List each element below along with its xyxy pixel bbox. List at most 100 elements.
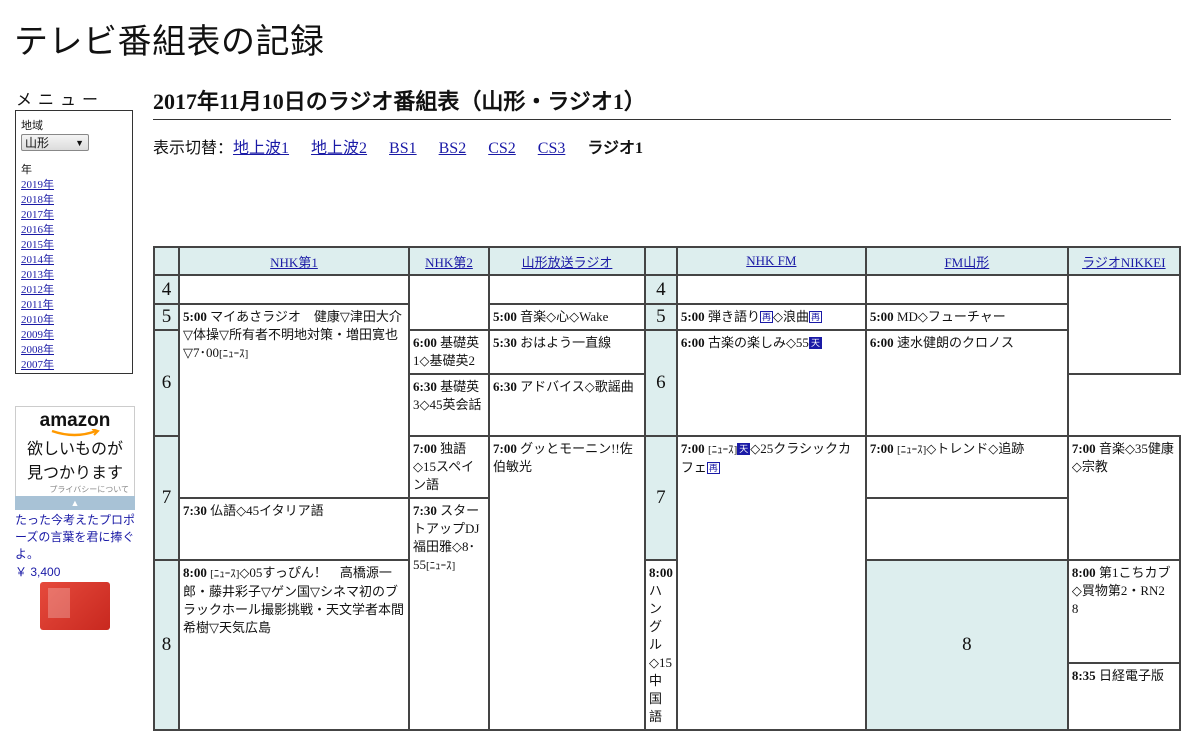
hour-cell: 7 — [153, 435, 180, 561]
program-cell[interactable]: 7:30 スタートアップDJ福田雅◇8･55[ﾆｭｰｽ] — [408, 497, 490, 731]
year-label: 年 — [21, 164, 32, 176]
program-title: マイあさラジオ 健康▽津田大介▽体操▽所有者不明地対策・増田寛也▽7･00 — [183, 309, 402, 360]
program-time: 7:00 — [493, 441, 517, 456]
switch-label: 表示切替： — [153, 140, 234, 157]
program-time: 7:00 — [413, 441, 437, 456]
channel-header: NHK第1 — [178, 246, 410, 276]
program-time: 5:00 — [183, 309, 207, 324]
view-switcher: 表示切替：地上波1 地上波2 BS1 BS2 CS2 CS3 ラジオ1 — [153, 134, 643, 158]
program-cell[interactable]: 6:30 アドバイス◇歌謡曲 — [488, 373, 646, 437]
year-link[interactable]: 2010年 — [21, 314, 54, 326]
program-cell[interactable]: 5:00 MD◇フューチャー — [864, 303, 1069, 331]
program-time: 5:30 — [493, 335, 517, 350]
site-title: テレビ番組表の記録 — [14, 23, 325, 61]
program-empty — [488, 274, 646, 305]
program-title: 日経電子版 — [1098, 668, 1164, 684]
program-cell[interactable]: 6:00 古楽の楽しみ◇55 天 — [675, 329, 867, 437]
program-cell[interactable]: 5:00 マイあさラジオ 健康▽津田大介▽体操▽所有者不明地対策・増田寛也▽7･… — [178, 303, 410, 499]
year-link[interactable]: 2019年 — [21, 179, 54, 191]
year-link[interactable]: 2018年 — [21, 194, 54, 206]
hour-cell: 5 — [153, 303, 180, 331]
program-cell[interactable]: 7:00 [ﾆｭｰｽ] 天 ◇25クラシックカフェ再 — [675, 435, 867, 731]
hour-cell: 5 — [644, 303, 678, 331]
program-cell[interactable]: 7:00 音楽◇35健康◇宗教 — [1066, 435, 1181, 561]
program-time: 6:00 — [413, 335, 437, 350]
program-cell[interactable]: 7:00 独語◇15スペイン語 — [408, 435, 490, 499]
page-heading: 2017年11月10日のラジオ番組表（山形・ラジオ1） — [153, 84, 1171, 120]
chevron-down-icon: ▼ — [75, 138, 84, 148]
year-link[interactable]: 2015年 — [21, 239, 54, 251]
program-empty — [864, 274, 1069, 305]
program-title: 速水健朗のクロノス — [896, 335, 1014, 350]
channel-link-fmy[interactable]: FM山形 — [944, 255, 989, 270]
switch-link-terrestrial1[interactable]: 地上波1 — [233, 140, 289, 157]
year-link[interactable]: 2017年 — [21, 209, 54, 221]
region-select-value: 山形 — [25, 136, 50, 150]
ad-privacy[interactable]: プライバシーについて — [49, 483, 129, 497]
program-cell[interactable]: 8:00 ハングル◇15中国語 — [644, 559, 678, 731]
channel-link-nhk1[interactable]: NHK第1 — [270, 255, 318, 270]
switch-link-terrestrial2[interactable]: 地上波2 — [311, 140, 367, 157]
ad-text-line1: 欲しいものが — [26, 441, 123, 458]
program-title: ◇トレンド◇追跡 — [926, 441, 1025, 456]
switch-link-cs2[interactable]: CS2 — [488, 140, 516, 157]
program-title-cont: ◇浪曲 — [772, 309, 809, 324]
program-cell[interactable]: 6:00 基礎英1◇基礎英2 — [408, 329, 490, 375]
ad-strip: プライバシーについて ▲ — [15, 485, 135, 510]
weather-badge: 天 — [737, 443, 751, 455]
program-news-tag: [ﾆｭｰｽ] — [210, 568, 240, 580]
channel-link-nhkfm[interactable]: NHK FM — [746, 253, 796, 268]
switch-link-cs3[interactable]: CS3 — [538, 140, 566, 157]
region-label: 地域 — [21, 120, 43, 132]
program-time: 5:00 — [493, 309, 517, 324]
program-cell[interactable]: 8:00 [ﾆｭｰｽ]◇05すっぴん！ 高橋源一郎・藤井彩子▽ゲン国▽シネマ初の… — [178, 559, 410, 731]
hour-cell: 8 — [153, 559, 180, 731]
program-time: 8:35 — [1071, 668, 1096, 684]
year-link[interactable]: 2016年 — [21, 224, 54, 236]
program-cell[interactable]: 5:00 音楽◇心◇Wake — [488, 303, 646, 331]
program-time: 5:00 — [680, 309, 705, 324]
program-cell[interactable]: 5:00 弾き語り再 ◇浪曲再 — [675, 303, 867, 331]
program-time: 7:00 — [1071, 441, 1096, 456]
program-time: 6:00 — [680, 335, 705, 350]
hour-cell: 4 — [644, 274, 678, 305]
switch-link-bs2[interactable]: BS2 — [439, 140, 467, 157]
year-link[interactable]: 2007年 — [21, 359, 54, 371]
program-cell[interactable]: 7:00 [ﾆｭｰｽ]◇トレンド◇追跡 — [864, 435, 1069, 499]
region-select[interactable]: 山形 ▼ — [21, 134, 89, 151]
program-empty — [178, 274, 410, 305]
switch-link-bs1[interactable]: BS1 — [389, 140, 417, 157]
year-link[interactable]: 2012年 — [21, 284, 54, 296]
program-title: 古楽の楽しみ◇55 — [707, 335, 809, 350]
program-cell[interactable]: 7:30 仏語◇45イタリア語 — [178, 497, 410, 561]
program-cell[interactable]: 7:00 グッとモーニン!!佐伯敏光 — [488, 435, 646, 731]
program-time: 7:30 — [183, 503, 207, 518]
menu-title: メニュー — [16, 92, 105, 109]
channel-link-nhk2[interactable]: NHK第2 — [425, 255, 473, 270]
hour-cell: 4 — [153, 274, 180, 305]
channel-header: NHK第2 — [408, 246, 490, 276]
channel-link-nikkei[interactable]: ラジオNIKKEI — [1082, 255, 1166, 270]
program-title: ハングル◇15中国語 — [649, 583, 672, 724]
year-link[interactable]: 2011年 — [21, 299, 54, 311]
program-time: 8:00 — [649, 565, 673, 580]
year-link[interactable]: 2014年 — [21, 254, 54, 266]
weather-badge: 天 — [808, 337, 822, 349]
program-cell[interactable]: 6:30 基礎英3◇45英会話 — [408, 373, 490, 437]
program-title: おはよう一直線 — [520, 335, 612, 350]
channel-link-ybc[interactable]: 山形放送ラジオ — [522, 255, 613, 270]
program-cell[interactable]: 6:00 速水健朗のクロノス — [864, 329, 1069, 437]
year-link[interactable]: 2008年 — [21, 344, 54, 356]
ad-product-image[interactable] — [40, 582, 110, 630]
program-cell[interactable]: 5:30 おはよう一直線 — [488, 329, 646, 375]
year-link[interactable]: 2009年 — [21, 329, 54, 341]
program-time: 7:30 — [413, 503, 437, 518]
channel-header: 山形放送ラジオ — [488, 246, 646, 276]
program-time: 6:30 — [413, 379, 437, 394]
program-time: 7:00 — [680, 441, 705, 456]
program-cell[interactable]: 8:00 第1こちカブ◇買物第2・RN2 8 — [1066, 558, 1181, 665]
ad-product-caption[interactable]: たった今考えたプロポーズの言葉を君に捧ぐよ。 — [15, 512, 139, 563]
channel-header: FM山形 — [864, 246, 1069, 276]
year-link[interactable]: 2013年 — [21, 269, 54, 281]
program-cell[interactable]: 8:35 日経電子版 — [1066, 662, 1181, 731]
